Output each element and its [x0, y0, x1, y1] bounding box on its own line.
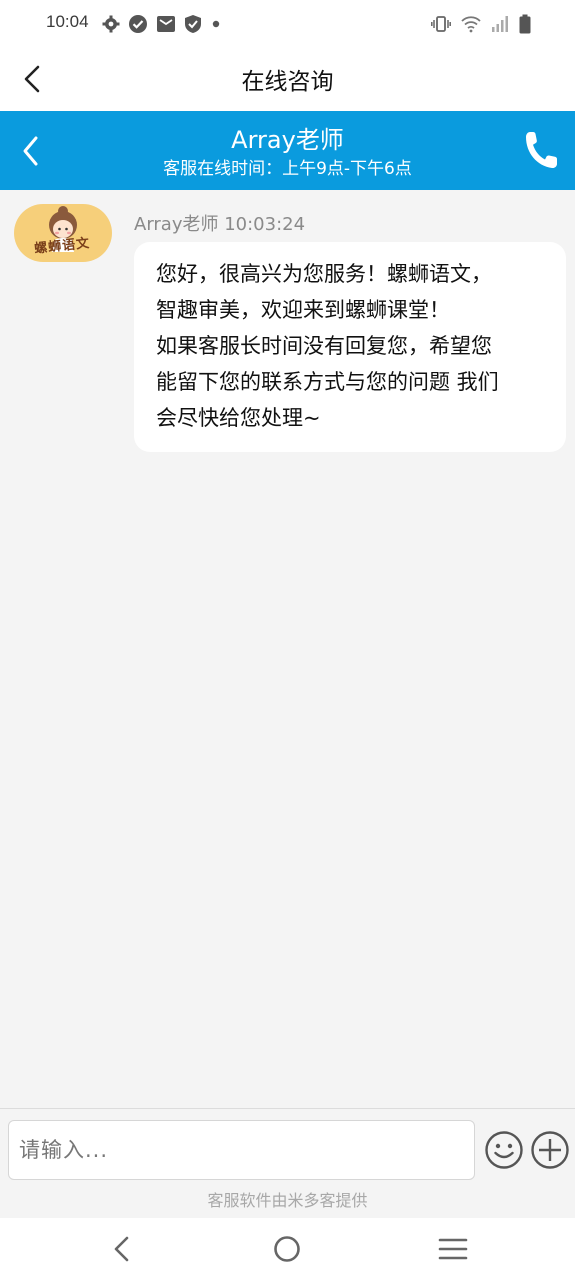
powered-by-text: 客服软件由米多客提供 — [207, 1191, 368, 1210]
message-bubble: 您好，很高兴为您服务！螺蛳语文， 智趣审美，欢迎来到螺蛳课堂！ 如果客服长时间没… — [134, 242, 566, 452]
message-list: 螺蛳语文 Array老师 10:03:24 您好，很高兴为您服务！螺蛳语文， 智… — [0, 190, 575, 1108]
chat-header: Array老师 客服在线时间：上午9点-下午6点 — [0, 111, 575, 190]
chat-screen: 10:04 在线咨询 Array老师 客服在线时间：上午9点-下午6点 螺蛳语文… — [0, 0, 575, 1280]
page-title: 在线咨询 — [241, 69, 334, 95]
nav-bar — [0, 1218, 575, 1280]
nav-back-icon[interactable] — [108, 1234, 136, 1264]
mail-icon — [157, 16, 175, 32]
gear-icon — [102, 15, 120, 33]
agent-name: Array老师 — [231, 126, 344, 154]
message-meta: Array老师 10:03:24 — [134, 214, 306, 235]
online-hours: 客服在线时间：上午9点-下午6点 — [163, 159, 412, 179]
input-area: 客服软件由米多客提供 — [0, 1108, 575, 1219]
vibrate-icon — [431, 16, 451, 32]
status-bar: 10:04 — [0, 0, 575, 48]
phone-icon[interactable] — [523, 129, 559, 171]
status-icons-right — [431, 13, 531, 35]
signal-icon — [492, 16, 508, 32]
shield-icon — [185, 15, 201, 33]
status-time: 10:04 — [46, 12, 89, 31]
avatar: 螺蛳语文 — [14, 204, 112, 262]
message-input[interactable] — [8, 1120, 475, 1180]
status-icons-left — [102, 14, 222, 34]
dot-icon — [212, 20, 220, 28]
check-circle-icon — [129, 15, 147, 33]
nav-menu-icon[interactable] — [438, 1237, 468, 1261]
add-icon[interactable] — [530, 1130, 570, 1170]
title-bar: 在线咨询 — [0, 48, 575, 111]
battery-icon — [519, 14, 531, 34]
nav-home-icon[interactable] — [272, 1234, 302, 1264]
emoji-icon[interactable] — [484, 1130, 524, 1170]
wifi-icon — [461, 16, 481, 33]
